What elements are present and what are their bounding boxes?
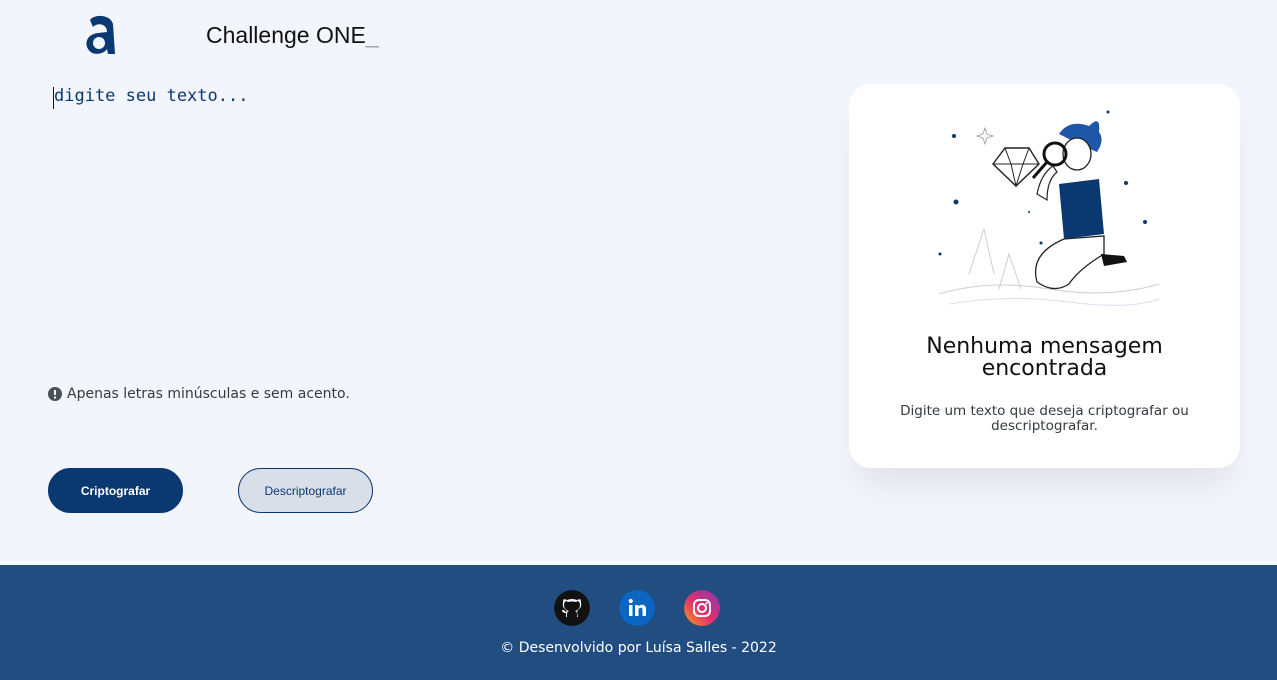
empty-state-title: Nenhuma mensagem encontrada — [849, 336, 1240, 380]
instagram-icon[interactable] — [684, 590, 720, 626]
app-title: Challenge ONE_ — [206, 22, 379, 49]
linkedin-icon[interactable] — [619, 590, 655, 626]
result-card: Nenhuma mensagem encontrada Digite um te… — [849, 84, 1240, 468]
empty-state-subtitle: Digite um texto que deseja criptografar … — [900, 403, 1189, 434]
copyright-text: © Desenvolvido por Luísa Salles - 2022 — [500, 640, 777, 656]
title-cursor: _ — [365, 22, 379, 48]
encrypt-button[interactable]: Criptografar — [48, 468, 183, 513]
app-title-text: Challenge ONE — [206, 22, 366, 48]
alura-logo-icon[interactable] — [84, 12, 118, 56]
hint-text: Apenas letras minúsculas e sem acento. — [67, 386, 350, 402]
text-caret — [53, 87, 54, 109]
empty-state-title-line2: encontrada — [981, 356, 1108, 381]
input-hint: Apenas letras minúsculas e sem acento. — [48, 386, 350, 402]
decrypt-button[interactable]: Descriptografar — [238, 468, 373, 513]
exclamation-circle-icon — [48, 387, 62, 401]
person-with-magnifying-glass-illustration — [938, 110, 1160, 306]
footer: © Desenvolvido por Luísa Salles - 2022 — [0, 565, 1277, 680]
empty-state-title-line1: Nenhuma mensagem — [926, 334, 1163, 359]
text-input[interactable] — [48, 84, 808, 364]
github-icon[interactable] — [554, 590, 590, 626]
